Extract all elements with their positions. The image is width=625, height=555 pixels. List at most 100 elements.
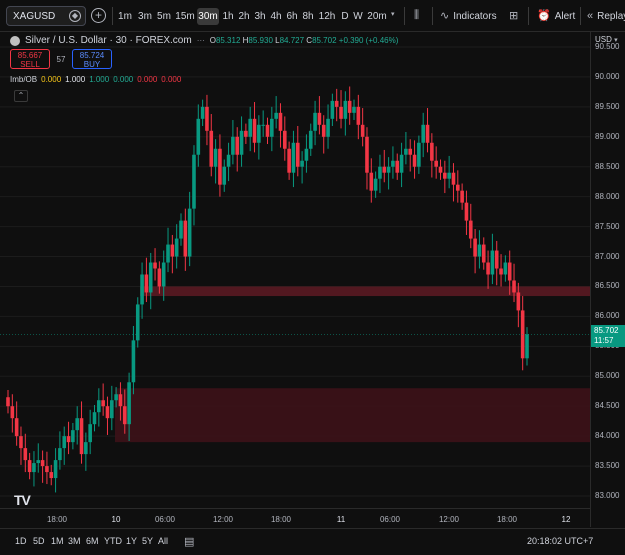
indicator-legend[interactable]: Imb/OB 0.000 1.000 1.000 0.000 0.000 0.0… [10,75,181,84]
range-all[interactable]: All [158,536,168,546]
replay-label: Replay [597,11,625,22]
candle-body [287,148,291,173]
replay-button[interactable]: « Replay [587,8,625,25]
sell-button[interactable]: 85.667 SELL [10,49,50,69]
time-label: 18:00 [496,515,518,524]
candle-body [114,394,118,401]
candle-body [438,166,443,173]
time-label: 12:00 [438,515,460,524]
chevron-up-icon[interactable]: ⌃ [14,90,28,102]
range-ytd[interactable]: YTD [104,536,122,546]
timeframe-3h[interactable]: 3h [252,8,268,25]
candle-body [270,118,274,137]
candle-body [226,154,231,167]
candle-body [161,262,166,287]
candle-body [144,274,149,293]
legend-title[interactable]: Silver / U.S. Dollar · 30 · FOREX.com [25,35,192,46]
timeframe-1m[interactable]: 1m [116,8,134,25]
candle-body [360,124,365,137]
candle-body [369,172,374,191]
tradingview-logo: TV [14,492,31,508]
time-label: 06:00 [379,515,401,524]
candle-body [218,148,222,185]
range-5y[interactable]: 5Y [142,536,153,546]
timeframe-2h[interactable]: 2h [236,8,252,25]
time-label: 10 [111,515,121,524]
timeframe-5m[interactable]: 5m [155,8,173,25]
alert-button[interactable]: ⏰ Alert [537,8,575,25]
range-5d[interactable]: 5D [33,536,45,546]
price-axis[interactable]: USD ▾ 90.500 90.000 89.500 89.000 88.500 88.0… [590,32,625,527]
timeframe-30m[interactable]: 30m [197,8,219,25]
candle-body [40,460,45,467]
timeframe-1h[interactable]: 1h [220,8,236,25]
more-icon[interactable]: ⋯ [197,36,205,45]
time-label: 12 [561,515,571,524]
indicators-button[interactable]: ∿ Indicators [440,8,497,25]
candle-body [213,148,218,167]
layouts-icon[interactable]: ⊞ [509,9,518,22]
range-1y[interactable]: 1Y [126,536,137,546]
time-label: 18:00 [270,515,292,524]
add-symbol-icon[interactable]: + [91,8,106,23]
candle-body [499,268,503,275]
sell-price: 85.667 [17,51,43,60]
candle-body [295,142,300,167]
candle-body [447,172,451,179]
candle-body [209,130,214,167]
alarm-clock-icon: ⏰ [537,10,551,22]
buy-button[interactable]: 85.724 BUY [72,49,112,69]
candle-body [300,160,304,167]
chart-canvas[interactable] [0,32,590,527]
range-6m[interactable]: 6M [86,536,99,546]
candle-body [283,130,287,149]
symbol-search[interactable]: XAGUSD ◆ [6,6,86,26]
candle-body [326,118,330,137]
symbol-info-icon[interactable]: ◆ [69,10,81,22]
candle-body [127,382,131,425]
candle-body [347,100,352,113]
indicator-value: 0.000 [113,75,134,84]
time-axis[interactable]: 18:00 10 06:00 12:00 18:00 11 06:00 12:0… [0,508,590,528]
candle-body [148,262,153,293]
candle-body [157,268,162,287]
range-1d[interactable]: 1D [15,536,27,546]
time-label: 12:00 [212,515,234,524]
candles-icon[interactable]: ⫼ [414,9,419,22]
timeframe-6h[interactable]: 6h [284,8,300,25]
candle-body [399,154,404,173]
candlestick-chart[interactable] [0,32,590,508]
bar-countdown: 11:57 [594,336,614,346]
current-price: 85.702 [594,326,619,336]
range-1m[interactable]: 1M [51,536,64,546]
open-value: 85.312 [215,36,241,45]
price-label: 89.500 [595,101,620,111]
timeframe-d[interactable]: D [339,8,351,25]
candle-body [205,106,209,131]
calendar-icon[interactable]: ▤ [184,535,194,548]
candle-body [343,100,348,119]
candle-body [304,148,309,161]
candle-body [192,154,196,209]
timeframe-3m[interactable]: 3m [136,8,154,25]
range-3m[interactable]: 3M [68,536,81,546]
candle-body [200,106,205,119]
timeframe-12h[interactable]: 12h [317,8,337,25]
timeframe-15m[interactable]: 15m [174,8,196,25]
timeframe-20m[interactable]: 20m [366,8,388,25]
timeframe-8h[interactable]: 8h [300,8,316,25]
price-label: 84.000 [595,431,620,441]
candle-body [62,436,67,449]
candle-body [451,172,456,185]
timeframe-4h[interactable]: 4h [268,8,284,25]
indicator-value: 0.000 [137,75,158,84]
candle-body [486,262,490,275]
candle-body [183,220,188,257]
candle-body [14,418,19,437]
timeframe-w[interactable]: W [352,8,364,25]
candle-body [10,406,15,419]
low-value: 84.727 [279,36,305,45]
candle-body [494,250,499,269]
chevron-down-icon[interactable]: ▾ [391,10,395,18]
indicators-label: Indicators [453,11,497,22]
